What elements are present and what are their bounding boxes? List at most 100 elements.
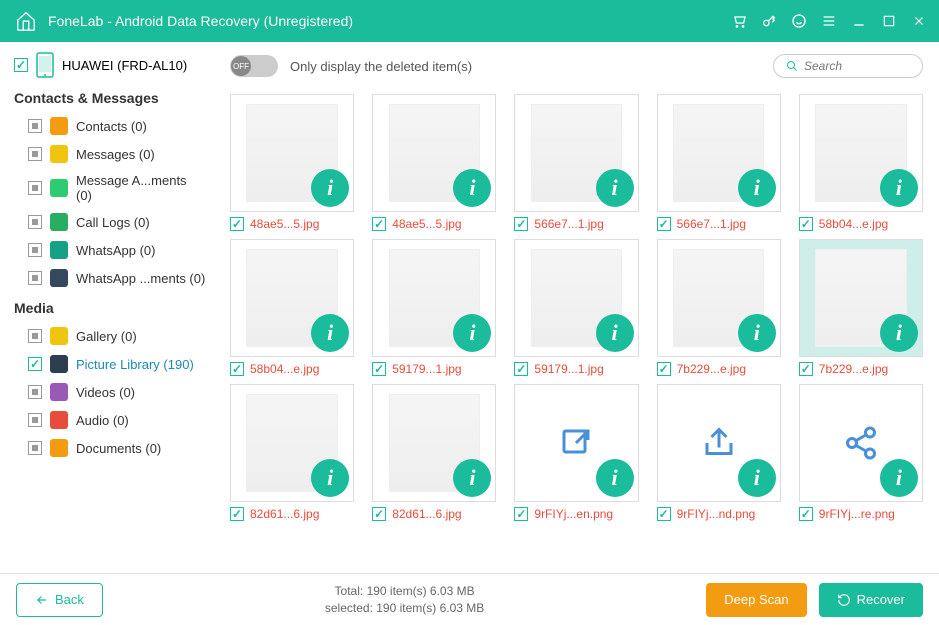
category-checkbox[interactable]: [28, 243, 42, 257]
info-badge-icon[interactable]: i: [311, 459, 349, 497]
category-row[interactable]: Videos (0): [14, 378, 206, 406]
thumbnail-checkbox[interactable]: [799, 217, 813, 231]
thumbnail-cell[interactable]: i59179...1.jpg: [372, 239, 496, 376]
thumbnail-cell[interactable]: i82d61...6.jpg: [230, 384, 354, 521]
thumbnail-cell[interactable]: i9rFIYj...re.png: [799, 384, 923, 521]
deep-scan-button[interactable]: Deep Scan: [706, 583, 806, 617]
thumbnail-checkbox[interactable]: [514, 507, 528, 521]
info-badge-icon[interactable]: i: [453, 459, 491, 497]
category-checkbox[interactable]: [28, 271, 42, 285]
thumbnail-checkbox[interactable]: [230, 362, 244, 376]
thumbnail-cell[interactable]: i58b04...e.jpg: [230, 239, 354, 376]
info-badge-icon[interactable]: i: [738, 459, 776, 497]
info-badge-icon[interactable]: i: [596, 169, 634, 207]
feedback-icon[interactable]: [791, 13, 807, 29]
thumbnail-image[interactable]: i: [799, 239, 923, 357]
info-badge-icon[interactable]: i: [311, 169, 349, 207]
category-row[interactable]: Call Logs (0): [14, 208, 206, 236]
thumbnail-checkbox[interactable]: [799, 362, 813, 376]
thumbnail-cell[interactable]: i7b229...e.jpg: [799, 239, 923, 376]
search-box[interactable]: [773, 54, 923, 78]
thumbnail-image[interactable]: i: [657, 239, 781, 357]
category-row[interactable]: Message A...ments (0): [14, 168, 206, 208]
thumbnail-image[interactable]: i: [230, 94, 354, 212]
thumbnail-cell[interactable]: i9rFIYj...nd.png: [657, 384, 781, 521]
thumbnail-checkbox[interactable]: [230, 217, 244, 231]
category-row[interactable]: WhatsApp ...ments (0): [14, 264, 206, 292]
thumbnail-cell[interactable]: i82d61...6.jpg: [372, 384, 496, 521]
info-badge-icon[interactable]: i: [738, 314, 776, 352]
menu-icon[interactable]: [821, 13, 837, 29]
category-row[interactable]: Messages (0): [14, 140, 206, 168]
thumbnail-cell[interactable]: i566e7...1.jpg: [657, 94, 781, 231]
info-badge-icon[interactable]: i: [880, 169, 918, 207]
deleted-filter-toggle[interactable]: OFF: [230, 55, 278, 77]
thumbnail-image[interactable]: i: [372, 384, 496, 502]
thumbnail-checkbox[interactable]: [372, 507, 386, 521]
thumbnail-cell[interactable]: i7b229...e.jpg: [657, 239, 781, 376]
key-icon[interactable]: [761, 13, 777, 29]
info-badge-icon[interactable]: i: [453, 314, 491, 352]
thumbnail-image[interactable]: i: [657, 94, 781, 212]
category-row[interactable]: WhatsApp (0): [14, 236, 206, 264]
info-badge-icon[interactable]: i: [596, 314, 634, 352]
close-icon[interactable]: [911, 13, 927, 29]
thumbnail-image[interactable]: i: [514, 384, 638, 502]
thumbnail-image[interactable]: i: [514, 94, 638, 212]
recover-button[interactable]: Recover: [819, 583, 923, 617]
category-row[interactable]: Picture Library (190): [14, 350, 206, 378]
thumbnail-checkbox[interactable]: [514, 217, 528, 231]
thumbnail-checkbox[interactable]: [372, 217, 386, 231]
category-row[interactable]: Audio (0): [14, 406, 206, 434]
category-checkbox[interactable]: [28, 147, 42, 161]
info-badge-icon[interactable]: i: [453, 169, 491, 207]
thumbnail-image[interactable]: i: [372, 94, 496, 212]
device-row[interactable]: HUAWEI (FRD-AL10): [14, 52, 206, 78]
thumbnail-checkbox[interactable]: [799, 507, 813, 521]
thumbnail-image[interactable]: i: [230, 384, 354, 502]
category-checkbox[interactable]: [28, 181, 42, 195]
category-icon: [50, 213, 68, 231]
thumbnail-cell[interactable]: i58b04...e.jpg: [799, 94, 923, 231]
thumbnail-cell[interactable]: i59179...1.jpg: [514, 239, 638, 376]
thumbnail-cell[interactable]: i9rFIYj...en.png: [514, 384, 638, 521]
info-badge-icon[interactable]: i: [311, 314, 349, 352]
thumbnail-cell[interactable]: i48ae5...5.jpg: [230, 94, 354, 231]
category-icon: [50, 383, 68, 401]
minimize-icon[interactable]: [851, 13, 867, 29]
category-checkbox[interactable]: [28, 441, 42, 455]
maximize-icon[interactable]: [881, 13, 897, 29]
thumbnail-checkbox[interactable]: [657, 217, 671, 231]
category-checkbox[interactable]: [28, 329, 42, 343]
back-button[interactable]: Back: [16, 583, 103, 617]
thumbnail-checkbox[interactable]: [657, 362, 671, 376]
thumbnail-cell[interactable]: i48ae5...5.jpg: [372, 94, 496, 231]
device-checkbox[interactable]: [14, 58, 28, 72]
thumbnail-image[interactable]: i: [372, 239, 496, 357]
thumbnail-image[interactable]: i: [657, 384, 781, 502]
thumbnail-checkbox[interactable]: [514, 362, 528, 376]
search-input[interactable]: [804, 59, 910, 73]
home-icon[interactable]: [12, 7, 40, 35]
category-row[interactable]: Contacts (0): [14, 112, 206, 140]
info-badge-icon[interactable]: i: [880, 459, 918, 497]
cart-icon[interactable]: [731, 13, 747, 29]
category-checkbox[interactable]: [28, 385, 42, 399]
thumbnail-image[interactable]: i: [230, 239, 354, 357]
info-badge-icon[interactable]: i: [880, 314, 918, 352]
thumbnail-image[interactable]: i: [514, 239, 638, 357]
category-row[interactable]: Gallery (0): [14, 322, 206, 350]
thumbnail-image[interactable]: i: [799, 384, 923, 502]
thumbnail-checkbox[interactable]: [230, 507, 244, 521]
thumbnail-checkbox[interactable]: [657, 507, 671, 521]
thumbnail-checkbox[interactable]: [372, 362, 386, 376]
category-checkbox[interactable]: [28, 413, 42, 427]
info-badge-icon[interactable]: i: [738, 169, 776, 207]
category-checkbox[interactable]: [28, 119, 42, 133]
info-badge-icon[interactable]: i: [596, 459, 634, 497]
thumbnail-image[interactable]: i: [799, 94, 923, 212]
category-checkbox[interactable]: [28, 215, 42, 229]
thumbnail-cell[interactable]: i566e7...1.jpg: [514, 94, 638, 231]
category-row[interactable]: Documents (0): [14, 434, 206, 462]
category-checkbox[interactable]: [28, 357, 42, 371]
